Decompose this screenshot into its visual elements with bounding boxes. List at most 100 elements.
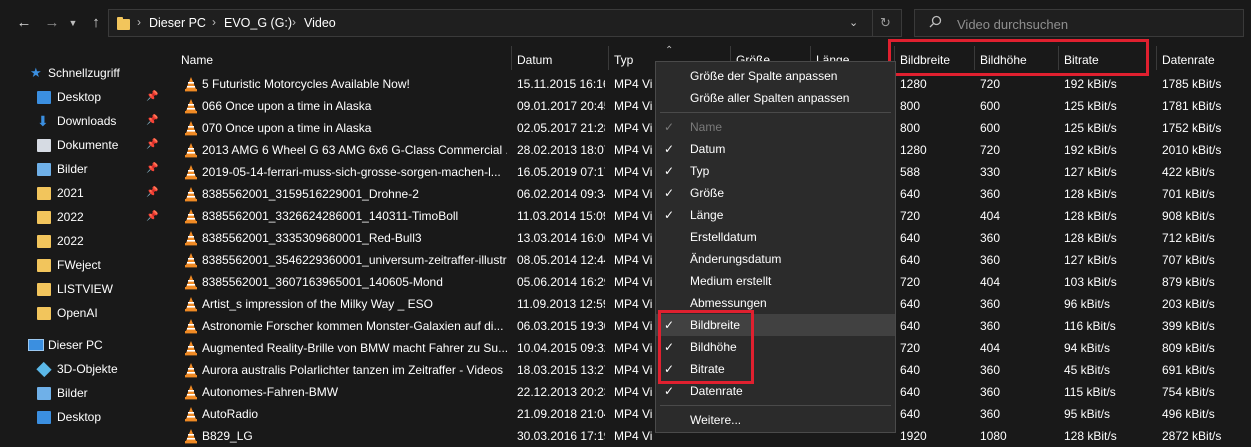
- file-name: Artist_s impression of the Milky Way _ E…: [202, 297, 433, 311]
- address-dropdown-chevron-icon[interactable]: ⌄: [849, 16, 858, 29]
- nav-item-2022-pinned[interactable]: 2022 📌: [0, 206, 163, 228]
- menu-item-more[interactable]: Weitere...: [656, 409, 895, 431]
- file-width: 800: [900, 99, 921, 113]
- nav-item-pc-desktop[interactable]: Desktop: [0, 406, 163, 428]
- nav-label: LISTVIEW: [57, 282, 114, 296]
- nav-item-2021[interactable]: 2021 📌: [0, 182, 163, 204]
- folder-icon: [37, 187, 51, 200]
- nav-label: Bilder: [57, 162, 88, 176]
- menu-item-label: Bildbreite: [690, 318, 741, 332]
- menu-item-datarate[interactable]: ✓ Datenrate: [656, 380, 895, 402]
- 3d-objects-icon: [36, 361, 52, 378]
- menu-item-frame-width[interactable]: ✓ Bildbreite: [656, 314, 895, 336]
- breadcrumb-dieser-pc[interactable]: Dieser PC: [149, 16, 206, 30]
- search-box[interactable]: [914, 9, 1244, 37]
- file-type: MP4 Vi: [614, 253, 653, 267]
- nav-item-documents[interactable]: Dokumente 📌: [0, 134, 163, 156]
- nav-item-openai[interactable]: OpenAI: [0, 302, 163, 324]
- nav-item-3d-objects[interactable]: 3D-Objekte: [0, 358, 163, 380]
- nav-item-desktop[interactable]: Desktop 📌: [0, 86, 163, 108]
- file-bitrate: 125 kBit/s: [1064, 121, 1117, 135]
- nav-item-pictures[interactable]: Bilder 📌: [0, 158, 163, 180]
- address-field[interactable]: › Dieser PC › EVO_G (G:) › Video ⌄ ↻: [108, 9, 902, 37]
- nav-label: Dieser PC: [48, 338, 103, 352]
- file-datarate: 203 kBit/s: [1162, 297, 1215, 311]
- menu-item-created[interactable]: Erstelldatum: [656, 226, 895, 248]
- menu-item-media-created[interactable]: Medium erstellt: [656, 270, 895, 292]
- file-date: 05.06.2014 16:29: [517, 275, 605, 289]
- file-height: 404: [980, 275, 1001, 289]
- menu-separator: [660, 112, 891, 113]
- breadcrumb-chevron-icon[interactable]: ›: [292, 15, 296, 29]
- breadcrumb-video[interactable]: Video: [304, 16, 336, 30]
- back-arrow-icon[interactable]: ←: [14, 13, 34, 33]
- menu-item-size[interactable]: ✓ Größe: [656, 182, 895, 204]
- file-type: MP4 Vi: [614, 209, 653, 223]
- file-width: 720: [900, 341, 921, 355]
- file-height: 360: [980, 407, 1001, 421]
- column-header-bitrate[interactable]: Bitrate: [1058, 49, 1156, 71]
- file-width: 640: [900, 319, 921, 333]
- menu-item-label: Größe der Spalte anpassen: [690, 69, 838, 83]
- vlc-cone-icon: [185, 385, 197, 400]
- column-header-width[interactable]: Bildbreite: [894, 49, 974, 71]
- breadcrumb-chevron-icon[interactable]: ›: [212, 15, 216, 29]
- nav-label: 2021: [57, 186, 84, 200]
- forward-arrow-icon[interactable]: →: [42, 13, 62, 33]
- vlc-cone-icon: [185, 77, 197, 92]
- file-bitrate: 128 kBit/s: [1064, 187, 1117, 201]
- file-date: 22.12.2013 20:23: [517, 385, 605, 399]
- nav-item-downloads[interactable]: ⬇ Downloads 📌: [0, 110, 163, 132]
- nav-item-pc-pictures[interactable]: Bilder: [0, 382, 163, 404]
- file-name: Aurora australis Polarlichter tanzen im …: [202, 363, 504, 377]
- checkmark-icon: ✓: [664, 362, 675, 376]
- breadcrumb-drive[interactable]: EVO_G (G:): [224, 16, 292, 30]
- menu-item-length[interactable]: ✓ Länge: [656, 204, 895, 226]
- nav-label: Downloads: [57, 114, 117, 128]
- nav-this-pc[interactable]: Dieser PC: [0, 334, 163, 356]
- menu-item-modified[interactable]: Änderungsdatum: [656, 248, 895, 270]
- file-name: 8385562001_3607163965001_140605-Mond: [202, 275, 443, 289]
- nav-item-fweject[interactable]: FWeject: [0, 254, 163, 276]
- menu-item-label: Weitere...: [690, 413, 742, 427]
- column-header-name[interactable]: Name: [175, 49, 511, 71]
- file-bitrate: 192 kBit/s: [1064, 143, 1117, 157]
- nav-item-2022[interactable]: 2022: [0, 230, 163, 252]
- file-bitrate: 115 kBit/s: [1064, 385, 1116, 399]
- file-date: 11.09.2013 12:59: [517, 297, 605, 311]
- breadcrumb-chevron-icon[interactable]: ›: [137, 15, 141, 29]
- nav-item-listview[interactable]: LISTVIEW: [0, 278, 163, 300]
- column-header-datarate[interactable]: Datenrate: [1156, 49, 1251, 71]
- menu-item-bitrate[interactable]: ✓ Bitrate: [656, 358, 895, 380]
- menu-item-frame-height[interactable]: ✓ Bildhöhe: [656, 336, 895, 358]
- menu-item-name: ✓ Name: [656, 116, 895, 138]
- history-chevron-icon[interactable]: ▼: [63, 13, 83, 33]
- menu-item-type[interactable]: ✓ Typ: [656, 160, 895, 182]
- column-header-date[interactable]: Datum: [511, 49, 608, 71]
- file-type: MP4 Vi: [614, 385, 653, 399]
- file-date: 06.02.2014 09:34: [517, 187, 605, 201]
- desktop-icon: [37, 411, 51, 424]
- file-type: MP4 Vi: [614, 165, 653, 179]
- up-arrow-icon[interactable]: ↑: [86, 13, 106, 33]
- vlc-cone-icon: [185, 187, 197, 202]
- file-date: 02.05.2017 21:28: [517, 121, 605, 135]
- menu-item-fit-column[interactable]: Größe der Spalte anpassen: [656, 65, 895, 87]
- file-type: MP4 Vi: [614, 407, 653, 421]
- refresh-icon[interactable]: ↻: [880, 15, 891, 31]
- menu-item-date[interactable]: ✓ Datum: [656, 138, 895, 160]
- nav-quick-access[interactable]: ★ Schnellzugriff: [0, 62, 163, 84]
- vlc-cone-icon: [185, 275, 197, 290]
- file-date: 18.03.2015 13:27: [517, 363, 605, 377]
- menu-item-fit-all-columns[interactable]: Größe aller Spalten anpassen: [656, 87, 895, 109]
- file-bitrate: 128 kBit/s: [1064, 231, 1117, 245]
- file-date: 08.05.2014 12:44: [517, 253, 605, 267]
- checkmark-icon: ✓: [664, 142, 675, 156]
- search-input[interactable]: [955, 14, 1239, 34]
- column-header-height[interactable]: Bildhöhe: [974, 49, 1058, 71]
- pin-icon: 📌: [146, 115, 159, 126]
- menu-item-dimensions[interactable]: Abmessungen: [656, 292, 895, 314]
- nav-label: Schnellzugriff: [48, 66, 120, 80]
- file-name: 5 Futuristic Motorcycles Available Now!: [202, 77, 410, 91]
- nav-label: 2022: [57, 234, 84, 248]
